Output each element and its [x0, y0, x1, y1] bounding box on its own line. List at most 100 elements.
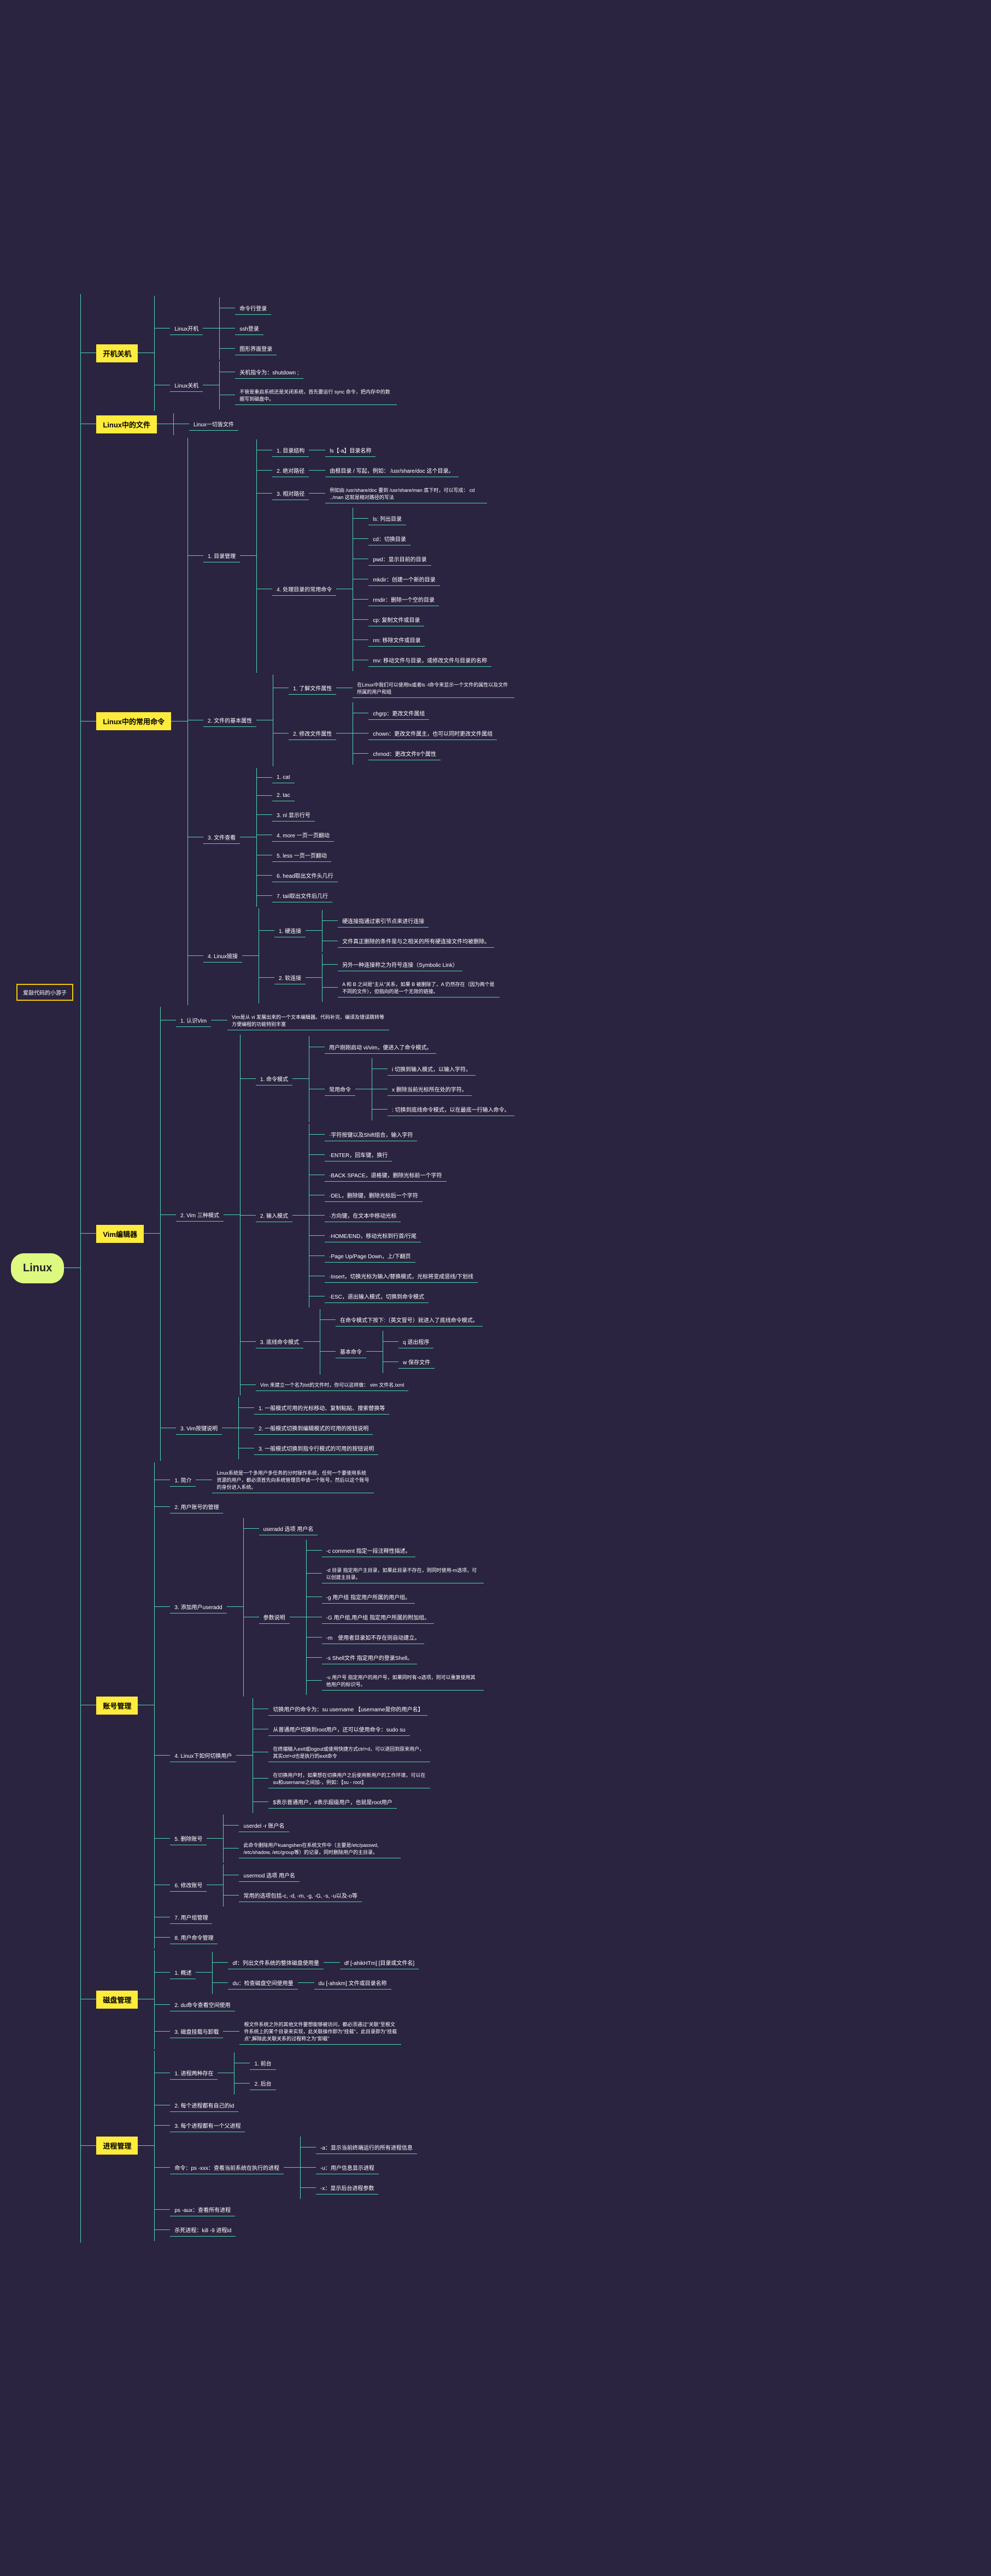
node-label[interactable]: 硬连接指通过索引节点来进行连接 [338, 914, 429, 928]
node[interactable]: Vim 来建立一个名为txt的文件时，你可以这样做： vim 文件名.txml [241, 1376, 514, 1394]
node-label[interactable]: i 切换到输入模式，以输入字符。 [388, 1063, 476, 1076]
node[interactable]: 命令：ps -xxx：查看当前系统在执行的进程-a：显示当前终端运行的所有进程信… [155, 2137, 417, 2199]
node-label[interactable]: Linux中的常用命令 [96, 712, 171, 730]
node[interactable]: $表示普通用户，#表示超级用户，也就是root用户 [253, 1793, 430, 1811]
node[interactable]: -m 使用者目录如不存在则自动建立。 [307, 1628, 484, 1647]
node[interactable]: -u 用户号 指定用户的用户号，如果同时有-o选项，则可以重复使用其他用户的标识… [307, 1669, 484, 1693]
node-label[interactable]: Linux中的文件 [96, 415, 157, 433]
node[interactable]: Vim编辑器 1. 认识VimVim是从 vi 发展出来的一个文本编辑器。代码补完… [81, 1007, 514, 1461]
node[interactable]: useradd 选项 用户名 [244, 1519, 484, 1538]
node-label[interactable]: 4. Linux链接 [203, 949, 242, 963]
node-label[interactable]: ssh登录 [235, 322, 263, 335]
node[interactable]: 用户刚刚启动 vi/vim，便进入了命令模式。 [309, 1038, 514, 1057]
node-label[interactable]: mv: 移动文件与目录，或修改文件与目录的名称 [368, 654, 491, 667]
node-label[interactable]: 切换用户的命令为：su username 【username是你的用户名】 [268, 1703, 427, 1716]
node[interactable]: 4. Linux链接1. 硬连接硬连接指通过索引节点来进行连接文件真正删除的条件… [188, 908, 514, 1004]
node[interactable]: 2. 用户账号的管理 [155, 1498, 483, 1516]
node-label[interactable]: 2. 后台 [250, 2077, 275, 2090]
node-label[interactable]: 1. 简介 [170, 1474, 196, 1487]
node-label[interactable]: -d 目录 指定用户主目录，如果此目录不存在，则同时使用-m选项，可以创建主目录… [322, 1564, 484, 1583]
node[interactable]: 磁盘管理 1. 概述df：列出文件系统的整体磁盘使用量df [-ahikHTm] … [81, 1950, 514, 2049]
node-label[interactable]: 3. nl 显示行号 [272, 808, 315, 821]
node[interactable]: mkdir：创建一个新的目录 [353, 570, 491, 589]
node-label[interactable]: ·Page Up/Page Down，上/下翻页 [325, 1249, 415, 1263]
node-label[interactable]: 进程管理 [96, 2137, 138, 2155]
node-label[interactable]: 2. 用户账号的管理 [170, 1500, 223, 1513]
node[interactable]: 基本命令q 退出程序w 保存文件 [320, 1331, 483, 1373]
node-label[interactable]: 常用命令 [325, 1083, 355, 1096]
node[interactable]: 在切换用户时，如果想在切换用户之后使用新用户的工作环境，可以在su和userna… [253, 1767, 430, 1791]
node-label[interactable]: -s Shell文件 指定用户的登录Shell。 [322, 1651, 417, 1664]
node-label[interactable]: ·方向键，在文本中移动光标 [325, 1209, 401, 1222]
node[interactable]: 3. 底线命令模式在命令模式下按下:（英文冒号）就进入了底线命令模式。基本命令q… [241, 1309, 514, 1375]
node-label[interactable]: ·ESC，退出输入模式，切换到命令模式 [325, 1290, 429, 1303]
node-label[interactable]: chown：更改文件属主，也可以同时更改文件属组 [368, 727, 497, 740]
node-label[interactable]: ls: 列出目录 [368, 512, 406, 525]
node-label[interactable]: cp: 复制文件或目录 [368, 613, 424, 626]
node[interactable]: 1. 概述df：列出文件系统的整体磁盘使用量df [-ahikHTm] [目录或… [155, 1952, 419, 1994]
node[interactable]: 2. 输入模式 ·字符按键以及Shift组合，输入字符 ·ENTER，回车键，换行 ·… [241, 1124, 514, 1307]
node[interactable]: 此命令删除用户kuangshen在系统文件中（主要是/etc/passwd, /… [224, 1836, 401, 1861]
node-label[interactable]: usermod 选项 用户名 [239, 1869, 299, 1882]
node[interactable]: 5. 删除账号userdel -r 账户名此命令删除用户kuangshen在系统… [155, 1815, 483, 1863]
node[interactable]: ·ENTER，回车键，换行 [309, 1146, 478, 1164]
node-label[interactable]: pwd：显示目前的目录 [368, 553, 431, 566]
node-label[interactable]: A 和 B 之间是"主从"关系，如果 B 被删除了，A 仍然存在（因为两个是不同… [338, 978, 500, 997]
node-label[interactable]: 7. 用户组管理 [170, 1911, 212, 1924]
node[interactable]: 3. 每个进程都有一个父进程 [155, 2116, 417, 2135]
node[interactable]: 2. Vim 三种模式1. 命令模式用户刚刚启动 vi/vim，便进入了命令模式… [161, 1035, 514, 1395]
node-label[interactable]: -c comment 指定一段注释性描述。 [322, 1544, 415, 1557]
node[interactable]: cd：切换目录 [353, 530, 491, 548]
node[interactable]: 2. 文件的基本属性1. 了解文件属性在Linux中我们可以使用ls或者ls -… [188, 674, 514, 766]
node[interactable]: pwd：显示目前的目录 [353, 550, 491, 568]
node[interactable]: chgrp：更改文件属组 [353, 704, 497, 723]
node[interactable]: 1. 一般模式可用的光标移动、复制粘贴、搜索替换等 [239, 1399, 389, 1417]
node-label[interactable]: ·字符按键以及Shift组合，输入字符 [325, 1128, 417, 1141]
node-label[interactable]: 另外一种连接称之为符号连接（Symbolic Link） [338, 958, 462, 971]
node-label[interactable]: 4. more 一页一页翻动 [272, 829, 334, 842]
node[interactable]: -s Shell文件 指定用户的登录Shell。 [307, 1648, 484, 1667]
node[interactable]: 3. nl 显示行号 [257, 806, 337, 824]
node-label[interactable]: Vim 来建立一个名为txt的文件时，你可以这样做： vim 文件名.txml [256, 1379, 408, 1391]
node-label[interactable]: 2. 修改文件属性 [289, 727, 336, 740]
node[interactable]: ·DEL，删除键，删除光标后一个字符 [309, 1186, 478, 1205]
node[interactable]: ·Page Up/Page Down，上/下翻页 [309, 1247, 478, 1265]
node[interactable]: 切换用户的命令为：su username 【username是你的用户名】 [253, 1700, 430, 1718]
node[interactable]: Linux开机命令行登录ssh登录图形界面登录 [155, 297, 397, 360]
node[interactable]: 2. 软连接另外一种连接称之为符号连接（Symbolic Link）A 和 B … [259, 954, 500, 1002]
node-label[interactable]: 3. 底线命令模式 [256, 1335, 303, 1348]
node[interactable]: 1. cat [257, 770, 337, 786]
node-label[interactable]: 磁盘管理 [96, 1991, 138, 2009]
node[interactable]: Linux中的文件 Linux一切皆文件 [81, 413, 514, 436]
node-label[interactable]: 2. 一般模式切换到编辑模式的可用的按钮说明 [254, 1422, 373, 1435]
node-label[interactable]: 1. 一般模式可用的光标移动、复制粘贴、搜索替换等 [254, 1401, 389, 1415]
node-label[interactable]: $表示普通用户，#表示超级用户，也就是root用户 [268, 1795, 396, 1809]
node[interactable]: 硬连接指通过索引节点来进行连接 [322, 912, 494, 930]
node-label[interactable]: 开机关机 [96, 344, 138, 362]
node[interactable]: 不管是重启系统还是关闭系统，首先要运行 sync 命令，把内存中的数据写到磁盘中… [220, 383, 397, 408]
node[interactable]: 1. 目录结构ls【-a】目录名称 [257, 441, 491, 460]
node-label[interactable]: 1. 了解文件属性 [289, 682, 336, 695]
node-label[interactable]: -g 用户组 指定用户所属的用户组。 [322, 1591, 415, 1604]
node-label[interactable]: -u：用户信息显示进程 [316, 2161, 379, 2174]
node[interactable]: 常用的选项包括-c, -d, -m, -g, -G, -s, -u以及-o等 [224, 1886, 361, 1905]
node-label[interactable]: 8. 用户命令管理 [170, 1931, 218, 1944]
node[interactable]: 1. 认识VimVim是从 vi 发展出来的一个文本编辑器。代码补完、编译及错误… [161, 1008, 514, 1033]
node-label[interactable]: 文件真正删除的条件是与之相关的所有硬连接文件均被删除。 [338, 935, 494, 948]
node-label[interactable]: 3. 添加用户useradd [170, 1600, 226, 1613]
node-label[interactable]: 4. Linux下如何切换用户 [170, 1749, 236, 1762]
node-label[interactable]: q 退出程序 [398, 1335, 433, 1348]
node[interactable]: mv: 移动文件与目录，或修改文件与目录的名称 [353, 651, 491, 670]
node[interactable]: 4. 处理目录的常用命令ls: 列出目录cd：切换目录pwd：显示目前的目录mk… [257, 508, 491, 671]
node-label[interactable]: cd：切换目录 [368, 532, 411, 545]
node[interactable]: 7. tail取出文件后几行 [257, 887, 337, 905]
node[interactable]: A 和 B 之间是"主从"关系，如果 B 被删除了，A 仍然存在（因为两个是不同… [322, 976, 500, 1000]
node-label[interactable]: 此命令删除用户kuangshen在系统文件中（主要是/etc/passwd, /… [239, 1839, 401, 1858]
node[interactable]: 1. 了解文件属性在Linux中我们可以使用ls或者ls -l命令来显示一个文件… [273, 676, 514, 701]
node-label[interactable]: Vim编辑器 [96, 1225, 144, 1243]
node-label[interactable]: du：检查磁盘空间使用量 [228, 1976, 297, 1990]
node-label[interactable]: 1. 前台 [250, 2057, 275, 2070]
node-label[interactable]: Linux一切皆文件 [189, 418, 238, 431]
node-label[interactable]: useradd 选项 用户名 [259, 1522, 318, 1535]
node-label[interactable]: 2. 输入模式 [256, 1209, 292, 1222]
